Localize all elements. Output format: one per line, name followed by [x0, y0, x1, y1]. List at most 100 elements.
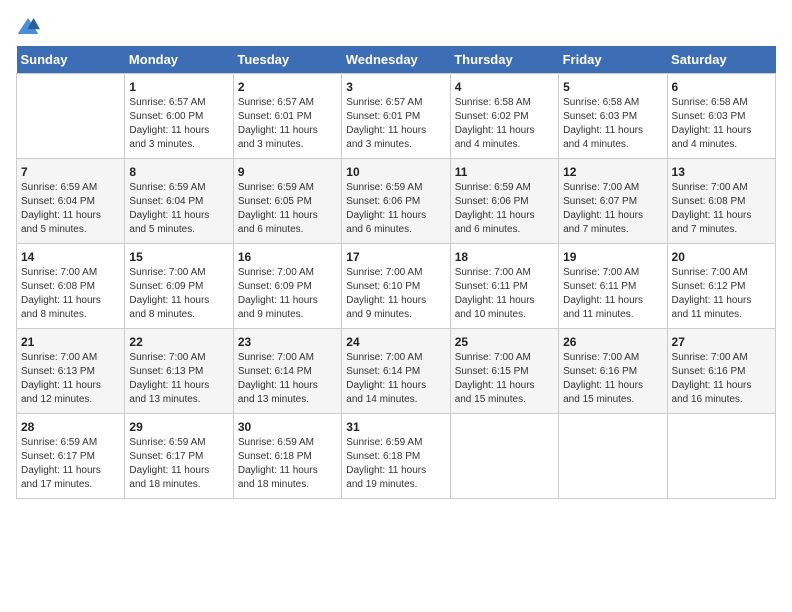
day-info: Sunrise: 7:00 AMSunset: 6:11 PMDaylight:…: [563, 266, 662, 322]
calendar-cell: 13 Sunrise: 7:00 AMSunset: 6:08 PMDayligh…: [667, 159, 775, 244]
day-info: Sunrise: 7:00 AMSunset: 6:15 PMDaylight:…: [455, 351, 554, 407]
day-info: Sunrise: 6:59 AMSunset: 6:05 PMDaylight:…: [238, 181, 337, 237]
calendar-header: SundayMondayTuesdayWednesdayThursdayFrid…: [17, 46, 776, 74]
header-day-sunday: Sunday: [17, 46, 125, 74]
calendar-cell: 22 Sunrise: 7:00 AMSunset: 6:13 PMDayligh…: [125, 329, 233, 414]
day-info: Sunrise: 7:00 AMSunset: 6:13 PMDaylight:…: [21, 351, 120, 407]
day-number: 3: [346, 80, 445, 94]
day-info: Sunrise: 6:58 AMSunset: 6:03 PMDaylight:…: [563, 96, 662, 152]
day-number: 11: [455, 165, 554, 179]
calendar-cell: 16 Sunrise: 7:00 AMSunset: 6:09 PMDayligh…: [233, 244, 341, 329]
calendar-cell: [667, 414, 775, 499]
day-info: Sunrise: 6:59 AMSunset: 6:18 PMDaylight:…: [346, 436, 445, 492]
calendar-body: 1Sunrise: 6:57 AMSunset: 6:00 PMDaylight…: [17, 74, 776, 499]
calendar-week-4: 21 Sunrise: 7:00 AMSunset: 6:13 PMDayligh…: [17, 329, 776, 414]
day-info: Sunrise: 6:59 AMSunset: 6:17 PMDaylight:…: [129, 436, 228, 492]
calendar-cell: 25 Sunrise: 7:00 AMSunset: 6:15 PMDayligh…: [450, 329, 558, 414]
calendar-cell: 27 Sunrise: 7:00 AMSunset: 6:16 PMDayligh…: [667, 329, 775, 414]
calendar-cell: 14 Sunrise: 7:00 AMSunset: 6:08 PMDayligh…: [17, 244, 125, 329]
day-number: 27: [672, 335, 771, 349]
day-number: 25: [455, 335, 554, 349]
day-number: 28: [21, 420, 120, 434]
calendar-cell: 1Sunrise: 6:57 AMSunset: 6:00 PMDaylight…: [125, 74, 233, 159]
day-info: Sunrise: 7:00 AMSunset: 6:08 PMDaylight:…: [672, 181, 771, 237]
day-info: Sunrise: 7:00 AMSunset: 6:16 PMDaylight:…: [563, 351, 662, 407]
day-info: Sunrise: 7:00 AMSunset: 6:08 PMDaylight:…: [21, 266, 120, 322]
day-number: 13: [672, 165, 771, 179]
day-info: Sunrise: 7:00 AMSunset: 6:13 PMDaylight:…: [129, 351, 228, 407]
calendar-cell: 11 Sunrise: 6:59 AMSunset: 6:06 PMDayligh…: [450, 159, 558, 244]
day-info: Sunrise: 7:00 AMSunset: 6:09 PMDaylight:…: [238, 266, 337, 322]
day-number: 18: [455, 250, 554, 264]
logo: [16, 16, 44, 36]
day-number: 23: [238, 335, 337, 349]
day-number: 31: [346, 420, 445, 434]
header: [16, 16, 776, 36]
calendar-cell: [450, 414, 558, 499]
calendar-cell: 18 Sunrise: 7:00 AMSunset: 6:11 PMDayligh…: [450, 244, 558, 329]
day-info: Sunrise: 6:59 AMSunset: 6:06 PMDaylight:…: [455, 181, 554, 237]
header-day-friday: Friday: [559, 46, 667, 74]
day-info: Sunrise: 7:00 AMSunset: 6:16 PMDaylight:…: [672, 351, 771, 407]
calendar-table: SundayMondayTuesdayWednesdayThursdayFrid…: [16, 46, 776, 499]
day-number: 30: [238, 420, 337, 434]
day-info: Sunrise: 7:00 AMSunset: 6:10 PMDaylight:…: [346, 266, 445, 322]
header-day-monday: Monday: [125, 46, 233, 74]
logo-icon: [16, 16, 40, 36]
day-info: Sunrise: 7:00 AMSunset: 6:14 PMDaylight:…: [238, 351, 337, 407]
day-number: 6: [672, 80, 771, 94]
day-number: 10: [346, 165, 445, 179]
day-info: Sunrise: 6:57 AMSunset: 6:01 PMDaylight:…: [238, 96, 337, 152]
calendar-cell: 31 Sunrise: 6:59 AMSunset: 6:18 PMDayligh…: [342, 414, 450, 499]
calendar-cell: 19 Sunrise: 7:00 AMSunset: 6:11 PMDayligh…: [559, 244, 667, 329]
day-info: Sunrise: 7:00 AMSunset: 6:12 PMDaylight:…: [672, 266, 771, 322]
calendar-cell: 21 Sunrise: 7:00 AMSunset: 6:13 PMDayligh…: [17, 329, 125, 414]
calendar-cell: 26Sunrise: 7:00 AMSunset: 6:16 PMDayligh…: [559, 329, 667, 414]
calendar-cell: 5Sunrise: 6:58 AMSunset: 6:03 PMDaylight…: [559, 74, 667, 159]
day-info: Sunrise: 6:58 AMSunset: 6:03 PMDaylight:…: [672, 96, 771, 152]
day-number: 21: [21, 335, 120, 349]
day-number: 16: [238, 250, 337, 264]
day-info: Sunrise: 6:59 AMSunset: 6:04 PMDaylight:…: [129, 181, 228, 237]
calendar-cell: 7Sunrise: 6:59 AMSunset: 6:04 PMDaylight…: [17, 159, 125, 244]
calendar-cell: 9 Sunrise: 6:59 AMSunset: 6:05 PMDaylight…: [233, 159, 341, 244]
calendar-cell: [17, 74, 125, 159]
day-info: Sunrise: 6:59 AMSunset: 6:17 PMDaylight:…: [21, 436, 120, 492]
day-info: Sunrise: 6:59 AMSunset: 6:06 PMDaylight:…: [346, 181, 445, 237]
calendar-cell: 3 Sunrise: 6:57 AMSunset: 6:01 PMDaylight…: [342, 74, 450, 159]
calendar-week-3: 14 Sunrise: 7:00 AMSunset: 6:08 PMDayligh…: [17, 244, 776, 329]
day-info: Sunrise: 6:57 AMSunset: 6:01 PMDaylight:…: [346, 96, 445, 152]
day-number: 9: [238, 165, 337, 179]
day-number: 4: [455, 80, 554, 94]
day-info: Sunrise: 7:00 AMSunset: 6:07 PMDaylight:…: [563, 181, 662, 237]
calendar-cell: 17 Sunrise: 7:00 AMSunset: 6:10 PMDayligh…: [342, 244, 450, 329]
calendar-cell: 4 Sunrise: 6:58 AMSunset: 6:02 PMDaylight…: [450, 74, 558, 159]
day-info: Sunrise: 6:59 AMSunset: 6:04 PMDaylight:…: [21, 181, 120, 237]
calendar-cell: 6 Sunrise: 6:58 AMSunset: 6:03 PMDaylight…: [667, 74, 775, 159]
calendar-cell: 29 Sunrise: 6:59 AMSunset: 6:17 PMDayligh…: [125, 414, 233, 499]
day-info: Sunrise: 6:58 AMSunset: 6:02 PMDaylight:…: [455, 96, 554, 152]
header-day-thursday: Thursday: [450, 46, 558, 74]
calendar-week-1: 1Sunrise: 6:57 AMSunset: 6:00 PMDaylight…: [17, 74, 776, 159]
calendar-cell: 15 Sunrise: 7:00 AMSunset: 6:09 PMDayligh…: [125, 244, 233, 329]
calendar-cell: 28 Sunrise: 6:59 AMSunset: 6:17 PMDayligh…: [17, 414, 125, 499]
day-number: 15: [129, 250, 228, 264]
header-day-tuesday: Tuesday: [233, 46, 341, 74]
day-number: 8: [129, 165, 228, 179]
day-number: 22: [129, 335, 228, 349]
calendar-week-2: 7Sunrise: 6:59 AMSunset: 6:04 PMDaylight…: [17, 159, 776, 244]
day-info: Sunrise: 7:00 AMSunset: 6:14 PMDaylight:…: [346, 351, 445, 407]
calendar-cell: 30 Sunrise: 6:59 AMSunset: 6:18 PMDayligh…: [233, 414, 341, 499]
day-info: Sunrise: 7:00 AMSunset: 6:09 PMDaylight:…: [129, 266, 228, 322]
header-day-wednesday: Wednesday: [342, 46, 450, 74]
day-number: 19: [563, 250, 662, 264]
calendar-week-5: 28 Sunrise: 6:59 AMSunset: 6:17 PMDayligh…: [17, 414, 776, 499]
calendar-cell: 20 Sunrise: 7:00 AMSunset: 6:12 PMDayligh…: [667, 244, 775, 329]
day-number: 29: [129, 420, 228, 434]
day-number: 14: [21, 250, 120, 264]
calendar-cell: [559, 414, 667, 499]
day-info: Sunrise: 6:59 AMSunset: 6:18 PMDaylight:…: [238, 436, 337, 492]
day-info: Sunrise: 7:00 AMSunset: 6:11 PMDaylight:…: [455, 266, 554, 322]
day-number: 17: [346, 250, 445, 264]
day-number: 20: [672, 250, 771, 264]
